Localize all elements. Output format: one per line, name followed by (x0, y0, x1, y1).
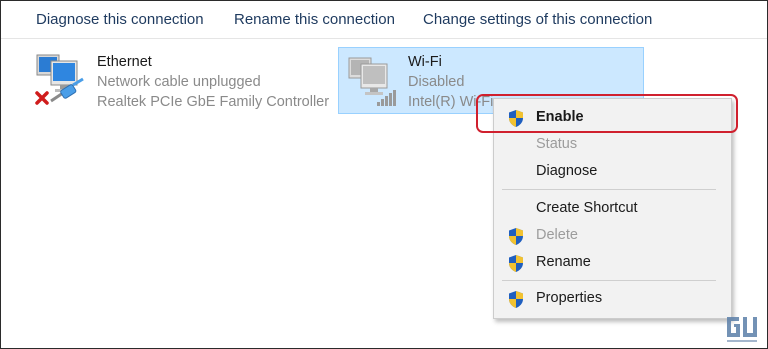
change-settings-button[interactable]: Change settings of this connection (423, 11, 652, 28)
network-connections-window: Diagnose this connection Rename this con… (0, 0, 768, 349)
menu-item-label: Rename (536, 254, 591, 270)
menu-item-status: Status (494, 132, 731, 158)
adapter-device: Realtek PCIe GbE Family Controller (97, 94, 330, 110)
menu-separator (502, 189, 716, 190)
command-bar: Diagnose this connection Rename this con… (1, 1, 767, 39)
menu-item-delete: Delete (494, 223, 731, 249)
menu-item-label: Status (536, 136, 578, 152)
uac-shield-icon (509, 291, 523, 308)
menu-item-label: Diagnose (536, 163, 598, 179)
uac-shield-icon (509, 228, 523, 245)
enable-highlight-box (476, 94, 738, 133)
menu-item-label: Properties (536, 290, 603, 306)
menu-separator (502, 280, 716, 281)
ethernet-adapter-text: Ethernet Network cable unplugged Realtek… (97, 52, 329, 112)
gadgets-to-use-logo (727, 317, 757, 342)
uac-shield-icon (509, 255, 523, 272)
adapter-status: Network cable unplugged (97, 74, 261, 90)
ethernet-adapter-icon (35, 54, 84, 105)
adapter-name: Ethernet (97, 54, 152, 70)
adapter-status: Disabled (408, 74, 465, 90)
ethernet-adapter[interactable]: Ethernet Network cable unplugged Realtek… (29, 47, 329, 113)
rename-connection-button[interactable]: Rename this connection (234, 11, 395, 28)
red-x-icon (35, 91, 49, 105)
menu-item-diagnose[interactable]: Diagnose (494, 159, 731, 185)
menu-item-create-shortcut[interactable]: Create Shortcut (494, 196, 731, 222)
adapter-name: Wi-Fi (408, 54, 442, 70)
wifi-adapter-icon (348, 57, 396, 106)
menu-item-label: Create Shortcut (536, 200, 638, 216)
menu-item-rename[interactable]: Rename (494, 250, 731, 276)
menu-item-properties[interactable]: Properties (494, 286, 731, 312)
diagnose-connection-button[interactable]: Diagnose this connection (36, 11, 204, 28)
menu-item-label: Delete (536, 227, 578, 243)
